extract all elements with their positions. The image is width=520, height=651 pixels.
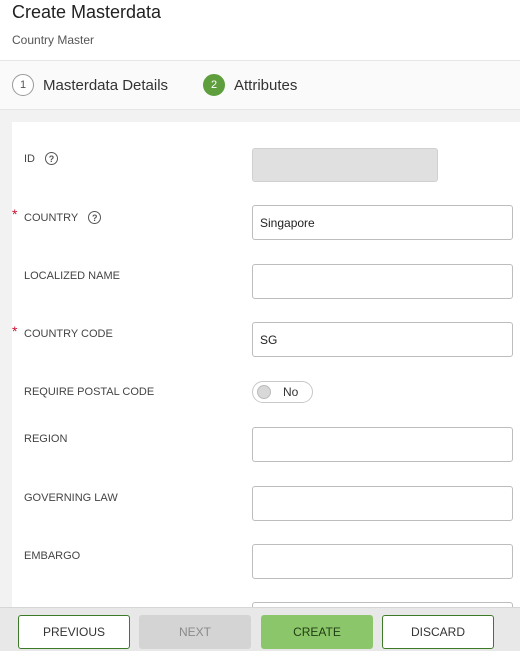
step-2-label: Attributes bbox=[234, 76, 298, 94]
region-label: REGION bbox=[24, 433, 68, 445]
attributes-form: ID ? * COUNTRY ? LOCALIZED NAME * COUNTR… bbox=[12, 122, 520, 607]
localized-name-label: LOCALIZED NAME bbox=[24, 270, 120, 282]
country-code-field[interactable] bbox=[252, 322, 513, 357]
toggle-text: No bbox=[283, 385, 299, 399]
step-masterdata-details[interactable]: 1 Masterdata Details bbox=[12, 74, 168, 96]
country-required-mark: * bbox=[12, 206, 18, 222]
toggle-knob bbox=[257, 385, 271, 399]
create-button[interactable]: CREATE bbox=[261, 615, 373, 649]
country-code-label: COUNTRY CODE bbox=[24, 328, 113, 340]
previous-button[interactable]: PREVIOUS bbox=[18, 615, 130, 649]
page-header: Create Masterdata Country Master bbox=[0, 0, 520, 60]
governing-law-field[interactable] bbox=[252, 486, 513, 521]
next-button[interactable]: NEXT bbox=[139, 615, 251, 649]
id-label: ID bbox=[24, 152, 35, 165]
embargo-label: EMBARGO bbox=[24, 550, 81, 562]
region-field[interactable] bbox=[252, 427, 513, 462]
step-1-number: 1 bbox=[12, 74, 34, 96]
wizard-steps: 1 Masterdata Details 2 Attributes bbox=[0, 60, 520, 110]
step-attributes[interactable]: 2 Attributes bbox=[203, 74, 297, 96]
require-postal-code-toggle[interactable]: No bbox=[252, 381, 313, 403]
action-footer: PREVIOUS NEXT CREATE DISCARD bbox=[0, 607, 520, 651]
discard-button[interactable]: DISCARD bbox=[382, 615, 494, 649]
country-field[interactable] bbox=[252, 205, 513, 240]
step-2-number: 2 bbox=[203, 74, 225, 96]
id-help-icon[interactable]: ? bbox=[45, 152, 58, 165]
country-label: COUNTRY bbox=[24, 211, 79, 224]
page-subtitle: Country Master bbox=[12, 33, 95, 47]
page-title: Create Masterdata bbox=[12, 2, 162, 22]
id-label-row: ID ? bbox=[24, 152, 58, 165]
step-1-label: Masterdata Details bbox=[43, 76, 169, 94]
governing-law-label: GOVERNING LAW bbox=[24, 492, 118, 504]
require-postal-code-label: REQUIRE POSTAL CODE bbox=[24, 386, 155, 398]
country-label-row: COUNTRY ? bbox=[24, 211, 102, 224]
embargo-field[interactable] bbox=[252, 544, 513, 579]
country-code-required-mark: * bbox=[12, 323, 18, 339]
country-help-icon[interactable]: ? bbox=[88, 211, 102, 224]
id-field bbox=[252, 148, 438, 182]
localized-name-field[interactable] bbox=[252, 264, 513, 299]
